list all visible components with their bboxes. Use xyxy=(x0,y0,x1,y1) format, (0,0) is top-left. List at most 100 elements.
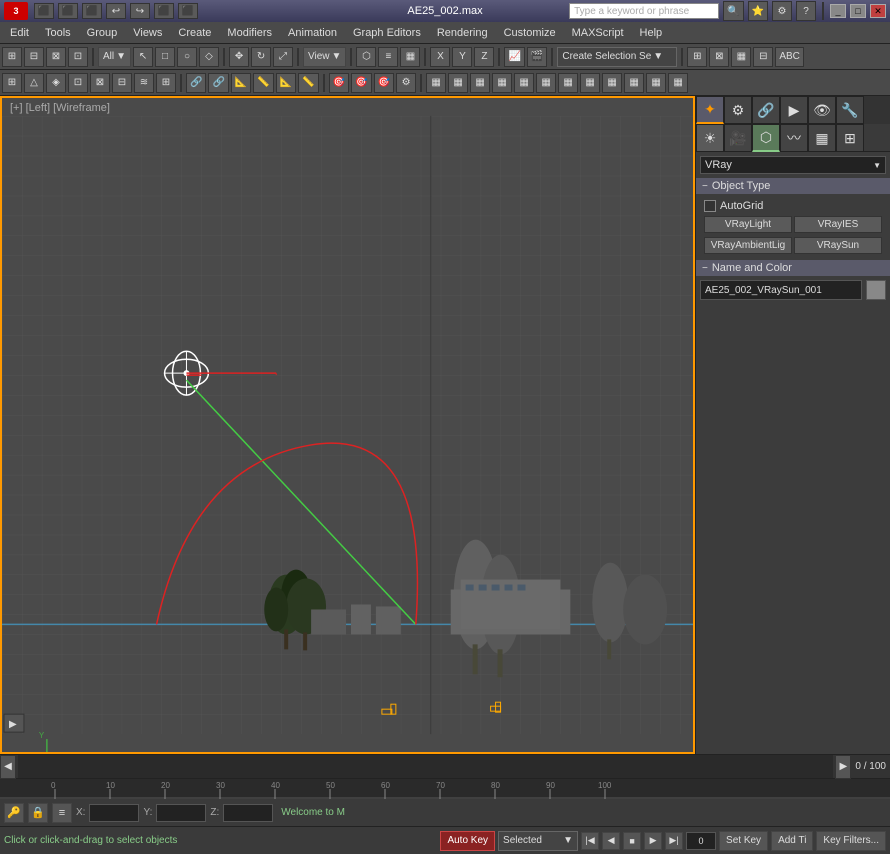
menu-views[interactable]: Views xyxy=(125,22,170,43)
name-color-header[interactable]: − Name and Color xyxy=(696,260,890,276)
transport-play-btn[interactable]: ▶ xyxy=(644,832,662,850)
object-type-header[interactable]: − Object Type xyxy=(696,178,890,194)
snap2-7[interactable]: ≋ xyxy=(134,73,154,93)
snap-btn-1[interactable]: ⊞ xyxy=(2,47,22,67)
y-input[interactable] xyxy=(156,804,206,822)
timeline-right-arrow[interactable]: ▶ xyxy=(835,755,851,779)
tb-extra-4[interactable]: ⊟ xyxy=(753,47,773,67)
snap2-5[interactable]: ⊠ xyxy=(90,73,110,93)
snap2-8[interactable]: ⊞ xyxy=(156,73,176,93)
panel-subtab-5[interactable]: ▦ xyxy=(808,124,836,152)
panel-tab-hierarchy[interactable]: 🔗 xyxy=(752,96,780,124)
filter-dropdown[interactable]: All ▼ xyxy=(98,47,131,67)
menu-maxscript[interactable]: MAXScript xyxy=(564,22,632,43)
snap2-30[interactable]: ▦ xyxy=(668,73,688,93)
menu-customize[interactable]: Customize xyxy=(496,22,564,43)
status-key-icon[interactable]: 🔑 xyxy=(4,803,24,823)
panel-subtab-1[interactable]: ☀ xyxy=(696,124,724,152)
snap2-21[interactable]: ▦ xyxy=(470,73,490,93)
frame-input[interactable]: 0 xyxy=(686,832,716,850)
z-input[interactable] xyxy=(223,804,273,822)
vraysun-btn[interactable]: VRaySun xyxy=(794,237,882,254)
panel-tab-create[interactable]: ✦ xyxy=(696,96,724,124)
transport-stop-btn[interactable]: ■ xyxy=(623,832,641,850)
titlebar-btn-6[interactable]: ⬛ xyxy=(154,3,174,19)
curve-btn[interactable]: 📈 xyxy=(504,47,524,67)
snap2-6[interactable]: ⊟ xyxy=(112,73,132,93)
titlebar-btn-3[interactable]: ⬛ xyxy=(82,3,102,19)
tb-extra-3[interactable]: ▦ xyxy=(731,47,751,67)
x-input[interactable] xyxy=(89,804,139,822)
menu-modifiers[interactable]: Modifiers xyxy=(219,22,280,43)
snap2-18[interactable]: ⚙ xyxy=(396,73,416,93)
snap2-14[interactable]: 📏 xyxy=(298,73,318,93)
status-lock-icon[interactable]: 🔒 xyxy=(28,803,48,823)
snap2-26[interactable]: ▦ xyxy=(580,73,600,93)
maximize-btn[interactable]: □ xyxy=(850,4,866,18)
snap2-19[interactable]: ▦ xyxy=(426,73,446,93)
align-btn[interactable]: ≡ xyxy=(378,47,398,67)
titlebar-btn-4[interactable]: ↩ xyxy=(106,3,126,19)
snap2-1[interactable]: ⊞ xyxy=(2,73,22,93)
close-btn[interactable]: ✕ xyxy=(870,4,886,18)
layer-btn[interactable]: ▦ xyxy=(400,47,420,67)
titlebar-btn-5[interactable]: ↪ xyxy=(130,3,150,19)
snap2-4[interactable]: ⊡ xyxy=(68,73,88,93)
titlebar-btn-1[interactable]: ⬛ xyxy=(34,3,54,19)
rotate-btn[interactable]: ↻ xyxy=(251,47,271,67)
minimize-btn[interactable]: _ xyxy=(830,4,846,18)
select-circle-btn[interactable]: ○ xyxy=(177,47,197,67)
panel-tab-utilities[interactable]: 🔧 xyxy=(836,96,864,124)
snap2-20[interactable]: ▦ xyxy=(448,73,468,93)
autogrid-checkbox[interactable] xyxy=(704,200,716,212)
snap2-12[interactable]: 📏 xyxy=(253,73,273,93)
panel-tab-modify[interactable]: ⚙ xyxy=(724,96,752,124)
snap2-16[interactable]: 🎯 xyxy=(351,73,371,93)
viewport[interactable]: [+] [Left] [Wireframe] xyxy=(0,96,695,754)
menu-edit[interactable]: Edit xyxy=(2,22,37,43)
info-btn[interactable]: ⭐ xyxy=(748,1,768,21)
status-anim-icon[interactable]: ≡ xyxy=(52,803,72,823)
panel-tab-motion[interactable]: ▶ xyxy=(780,96,808,124)
menu-rendering[interactable]: Rendering xyxy=(429,22,496,43)
create-selection-dropdown[interactable]: Create Selection Se ▼ xyxy=(557,47,677,67)
panel-subtab-6[interactable]: ⊞ xyxy=(836,124,864,152)
snap2-10[interactable]: 🔗 xyxy=(208,73,228,93)
vray-dropdown[interactable]: VRay ▼ xyxy=(700,156,886,174)
mirror-btn[interactable]: ⬡ xyxy=(356,47,376,67)
transport-prev-btn[interactable]: |◀ xyxy=(581,832,599,850)
timeline-track[interactable] xyxy=(18,755,833,778)
view-dropdown[interactable]: View ▼ xyxy=(303,47,346,67)
snap2-23[interactable]: ▦ xyxy=(514,73,534,93)
vrayies-btn[interactable]: VRayIES xyxy=(794,216,882,233)
vrayambient-btn[interactable]: VRayAmbientLig xyxy=(704,237,792,254)
tb-extra-2[interactable]: ⊠ xyxy=(709,47,729,67)
move-btn[interactable]: ✥ xyxy=(229,47,249,67)
transport-next-btn[interactable]: ▶| xyxy=(665,832,683,850)
help-btn[interactable]: 🔍 xyxy=(723,1,743,21)
menu-tools[interactable]: Tools xyxy=(37,22,79,43)
panel-subtab-4[interactable]: 〰 xyxy=(780,124,808,152)
tb-extra-1[interactable]: ⊞ xyxy=(687,47,707,67)
coord-btn-3[interactable]: Z xyxy=(474,47,494,67)
tb-extra-5[interactable]: ABC xyxy=(775,47,804,67)
transport-play-rev-btn[interactable]: ◀ xyxy=(602,832,620,850)
select-btn[interactable]: ↖ xyxy=(133,47,153,67)
snap2-25[interactable]: ▦ xyxy=(558,73,578,93)
snap2-24[interactable]: ▦ xyxy=(536,73,556,93)
settings-btn[interactable]: ⚙ xyxy=(772,1,792,21)
snap2-15[interactable]: 🎯 xyxy=(329,73,349,93)
snap2-29[interactable]: ▦ xyxy=(646,73,666,93)
menu-graph-editors[interactable]: Graph Editors xyxy=(345,22,429,43)
panel-subtab-3[interactable]: ⬡ xyxy=(752,124,780,152)
color-swatch[interactable] xyxy=(866,280,886,300)
titlebar-btn-2[interactable]: ⬛ xyxy=(58,3,78,19)
snap2-22[interactable]: ▦ xyxy=(492,73,512,93)
snap2-28[interactable]: ▦ xyxy=(624,73,644,93)
snap2-13[interactable]: 📐 xyxy=(276,73,296,93)
menu-help[interactable]: Help xyxy=(632,22,671,43)
panel-tab-display[interactable]: 👁 xyxy=(808,96,836,124)
snap2-27[interactable]: ▦ xyxy=(602,73,622,93)
menu-group[interactable]: Group xyxy=(79,22,126,43)
coord-btn-2[interactable]: Y xyxy=(452,47,472,67)
